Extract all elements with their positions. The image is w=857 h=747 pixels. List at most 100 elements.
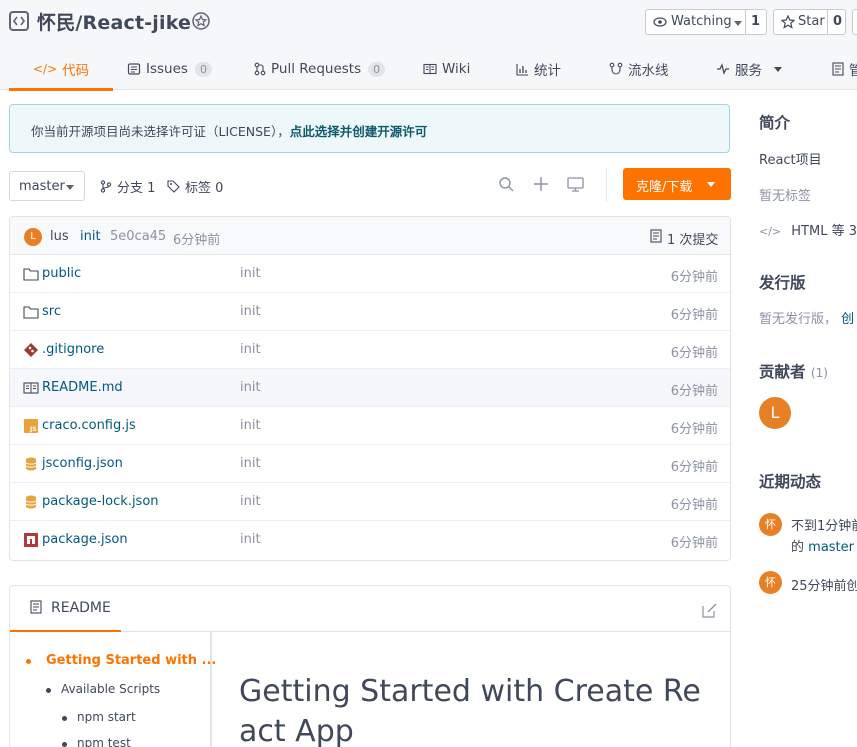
chevron-down-icon — [734, 21, 742, 26]
file-commit-message[interactable]: init — [240, 342, 261, 357]
table-row[interactable]: JS craco.config.js init 6分钟前 — [10, 407, 730, 445]
branch-name: master — [19, 179, 65, 194]
file-name[interactable]: src — [42, 304, 61, 319]
search-icon[interactable] — [498, 176, 514, 192]
table-row[interactable]: README.md init 6分钟前 — [10, 369, 730, 407]
tab-label: 管 — [849, 63, 857, 79]
table-row[interactable]: jsconfig.json init 6分钟前 — [10, 445, 730, 483]
star-button[interactable]: Star 0 — [773, 9, 846, 35]
avatar[interactable]: L — [24, 228, 42, 246]
file-name[interactable]: package.json — [42, 532, 128, 547]
file-commit-message[interactable]: init — [240, 304, 261, 319]
fork-button[interactable] — [852, 9, 857, 35]
service-icon — [717, 63, 729, 75]
toc-item[interactable]: npm test — [62, 736, 131, 747]
activity-text: 25分钟前创 — [791, 579, 857, 594]
tab-pull-requests[interactable]: Pull Requests 0 — [254, 48, 386, 90]
tab-wiki[interactable]: Wiki — [423, 48, 470, 90]
tags-link[interactable]: 标签 0 — [167, 177, 223, 196]
table-row[interactable]: public init 6分钟前 — [10, 255, 730, 293]
pipeline-icon — [609, 62, 623, 75]
activity-prefix: 的 — [791, 540, 805, 555]
tab-label: 服务 — [735, 63, 762, 79]
commit-total-link[interactable]: 1 次提交 — [667, 229, 718, 248]
file-time: 6分钟前 — [670, 270, 718, 285]
watch-label: Watching — [671, 14, 732, 29]
activity-branch-link[interactable]: master 分 — [808, 540, 857, 555]
file-commit-message[interactable]: init — [240, 266, 261, 281]
file-time: 6分钟前 — [670, 422, 718, 437]
file-time: 6分钟前 — [670, 460, 718, 475]
tab-code[interactable]: </> 代码 — [8, 48, 114, 91]
tab-service[interactable]: 服务 — [716, 48, 782, 90]
file-time: 6分钟前 — [670, 498, 718, 513]
no-tags-text: 暂无标签 — [759, 189, 812, 204]
tab-issues[interactable]: Issues 0 — [127, 48, 212, 90]
release-info: 暂无发行版， 创 — [759, 308, 854, 327]
contributors-label: 贡献者 — [759, 363, 806, 381]
watch-button[interactable]: Watching 1 — [645, 9, 767, 35]
stats-icon — [516, 63, 528, 76]
file-commit-message[interactable]: init — [240, 494, 261, 509]
file-commit-message[interactable]: init — [240, 456, 261, 471]
branch-selector[interactable]: master — [9, 171, 85, 201]
watch-count[interactable]: 1 — [745, 10, 765, 34]
toc-item[interactable]: Getting Started with ... — [25, 653, 216, 668]
readme-tab[interactable]: README — [10, 586, 121, 632]
file-list: L lus init 5e0ca45 6分钟前 1 次提交 public ini… — [9, 216, 731, 561]
commit-hash[interactable]: 5e0ca45 — [110, 229, 166, 244]
create-license-link[interactable]: 点此选择并创建开源许可 — [290, 124, 428, 139]
file-name[interactable]: .gitignore — [42, 342, 104, 357]
contributor-avatar[interactable]: L — [759, 397, 791, 429]
table-row[interactable]: src init 6分钟前 — [10, 293, 730, 331]
npm-icon — [24, 533, 38, 547]
table-row[interactable]: package-lock.json init 6分钟前 — [10, 483, 730, 521]
toc-item[interactable]: npm start — [62, 710, 136, 724]
branch-icon — [100, 180, 112, 193]
commit-time: 6分钟前 — [173, 233, 221, 248]
activity-avatar[interactable]: 怀 — [759, 571, 782, 594]
json-file-icon — [25, 495, 37, 509]
json-file-icon — [25, 457, 37, 471]
file-commit-message[interactable]: init — [240, 532, 261, 547]
intro-text: React项目 — [759, 153, 822, 168]
chevron-down-icon — [774, 66, 782, 72]
tags-count: 标签 0 — [185, 181, 224, 196]
branches-count: 分支 1 — [117, 181, 156, 196]
chevron-down-icon — [707, 182, 715, 187]
recommend-badge-icon[interactable] — [191, 11, 211, 31]
intro-title: 简介 — [759, 114, 791, 132]
commits-icon — [650, 229, 662, 243]
clone-download-button[interactable]: 克隆/下载 — [623, 168, 731, 200]
file-name[interactable]: craco.config.js — [42, 418, 136, 433]
create-release-link[interactable]: 创 — [841, 312, 854, 327]
table-row[interactable]: package.json init 6分钟前 — [10, 521, 730, 559]
tab-stats[interactable]: 统计 — [516, 48, 561, 90]
commit-author[interactable]: lus — [50, 229, 69, 244]
license-notice: 你当前开源项目尚未选择许可证（LICENSE），点此选择并创建开源许可 — [9, 104, 730, 153]
file-time: 6分钟前 — [670, 346, 718, 361]
file-name[interactable]: package-lock.json — [42, 494, 159, 509]
add-file-icon[interactable] — [533, 176, 549, 192]
star-count[interactable]: 0 — [827, 10, 847, 34]
file-time: 6分钟前 — [670, 384, 718, 399]
activity-avatar[interactable]: 怀 — [759, 513, 782, 536]
commit-message[interactable]: init — [80, 229, 101, 244]
code-icon: </> — [33, 62, 58, 76]
toc-item[interactable]: Available Scripts — [45, 682, 160, 696]
js-file-icon: JS — [24, 419, 38, 433]
file-commit-message[interactable]: init — [240, 418, 261, 433]
file-name[interactable]: jsconfig.json — [42, 456, 123, 471]
edit-icon[interactable] — [702, 603, 717, 618]
tab-manage[interactable]: 管 — [832, 48, 857, 90]
tab-pipeline[interactable]: 流水线 — [609, 48, 669, 90]
wiki-icon — [423, 63, 437, 75]
file-commit-message[interactable]: init — [240, 380, 261, 395]
repo-title[interactable]: 怀民/React-jike — [37, 8, 191, 35]
file-name[interactable]: public — [42, 266, 81, 281]
table-row[interactable]: .gitignore init 6分钟前 — [10, 331, 730, 369]
web-ide-icon[interactable] — [567, 176, 584, 192]
language-stats[interactable]: </> HTML 等 3 种 — [759, 220, 857, 239]
file-name[interactable]: README.md — [42, 380, 123, 395]
branches-link[interactable]: 分支 1 — [100, 177, 155, 196]
